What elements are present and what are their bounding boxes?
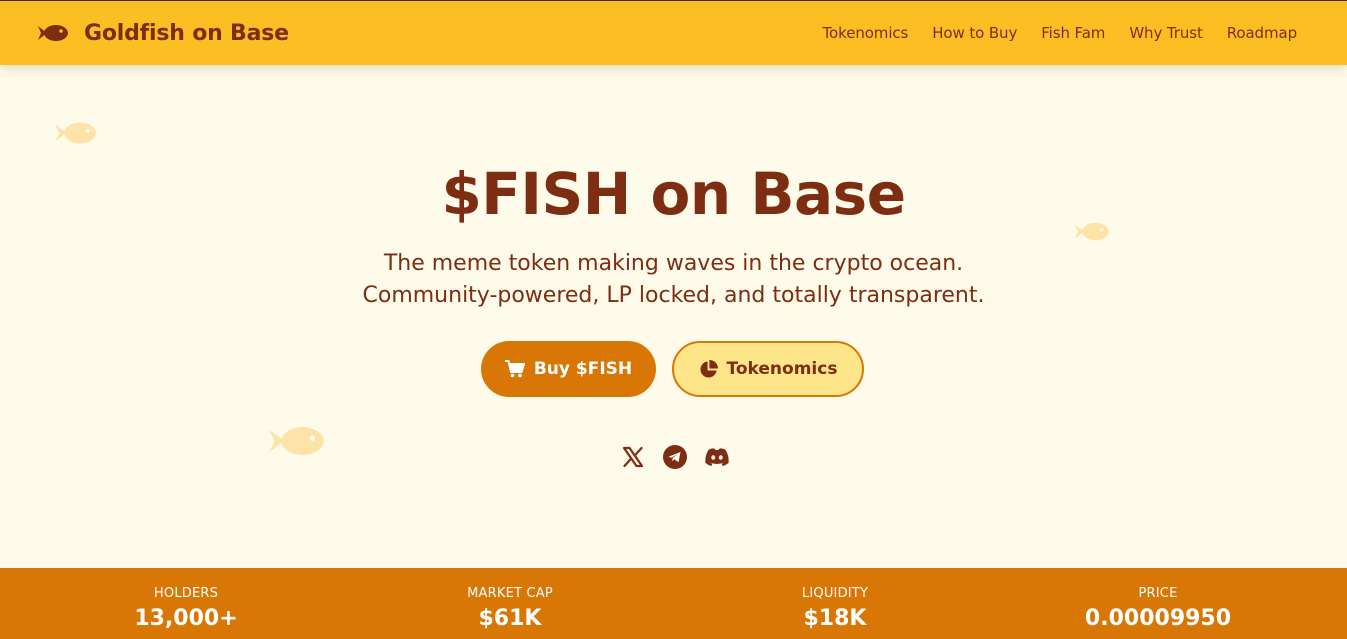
stat-value: 0.00009950 xyxy=(1084,606,1232,631)
buy-fish-label: Buy $FISH xyxy=(533,359,633,379)
stat-value: 13,000+ xyxy=(134,606,238,631)
social-links xyxy=(0,444,1347,470)
stat-label: LIQUIDITY xyxy=(801,586,869,601)
stat-value: $61K xyxy=(478,606,542,631)
stat-holders: HOLDERS 13,000+ xyxy=(26,568,346,631)
fish-icon xyxy=(38,25,68,41)
stat-price: PRICE 0.00009950 xyxy=(998,568,1318,631)
nav-link-roadmap[interactable]: Roadmap xyxy=(1227,24,1297,42)
discord-icon xyxy=(704,448,729,466)
hero-title: $FISH on Base xyxy=(441,160,906,228)
decor-fish-icon xyxy=(55,122,96,144)
stat-label: PRICE xyxy=(1138,586,1178,601)
brand-name: Goldfish on Base xyxy=(84,20,289,46)
tokenomics-label: Tokenomics xyxy=(726,359,838,379)
stat-label: MARKET CAP xyxy=(467,586,553,601)
telegram-icon xyxy=(662,445,687,469)
pie-chart-icon xyxy=(700,359,718,378)
stat-market-cap: MARKET CAP $61K xyxy=(350,568,670,631)
nav-link-fish-fam[interactable]: Fish Fam xyxy=(1041,24,1105,42)
stat-liquidity: LIQUIDITY $18K xyxy=(675,568,995,631)
navbar: Goldfish on Base Tokenomics How to Buy F… xyxy=(0,1,1347,65)
x-link[interactable] xyxy=(620,444,646,470)
hero-subtitle: The meme token making waves in the crypt… xyxy=(0,248,1347,312)
discord-link[interactable] xyxy=(704,444,730,470)
stat-value: $18K xyxy=(803,606,867,631)
nav-link-why-trust[interactable]: Why Trust xyxy=(1129,24,1203,42)
tokenomics-button[interactable]: Tokenomics xyxy=(672,341,864,397)
nav-link-how-to-buy[interactable]: How to Buy xyxy=(932,24,1017,42)
telegram-link[interactable] xyxy=(662,444,688,470)
hero-subtitle-line: The meme token making waves in the crypt… xyxy=(383,251,964,276)
cart-icon xyxy=(504,360,525,378)
nav-link-tokenomics[interactable]: Tokenomics xyxy=(823,24,909,42)
buy-fish-button[interactable]: Buy $FISH xyxy=(481,341,656,397)
stats-bar: HOLDERS 13,000+ MARKET CAP $61K LIQUIDIT… xyxy=(0,568,1347,639)
hero-subtitle-line: Community-powered, LP locked, and totall… xyxy=(362,283,985,308)
brand[interactable]: Goldfish on Base xyxy=(38,1,289,65)
stat-label: HOLDERS xyxy=(153,586,219,601)
nav-links: Tokenomics How to Buy Fish Fam Why Trust… xyxy=(823,1,1298,65)
x-icon xyxy=(622,446,643,468)
